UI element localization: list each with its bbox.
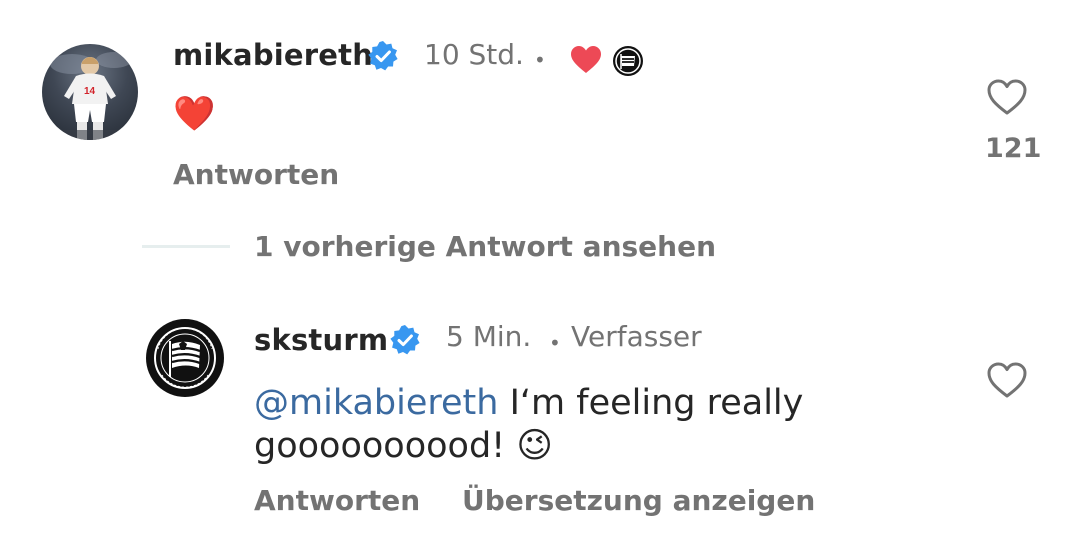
comment-username[interactable]: mikabiereth xyxy=(173,38,373,72)
creator-avatar-mini-icon xyxy=(613,46,643,76)
player-photo: 14 xyxy=(42,52,138,140)
like-heart-icon[interactable] xyxy=(986,361,1028,399)
meta-separator: • xyxy=(534,48,546,72)
comment-username[interactable]: sksturm xyxy=(254,323,388,357)
meta-separator: • xyxy=(549,331,561,355)
sk-sturm-logo xyxy=(148,321,222,395)
reply-button[interactable]: Antworten xyxy=(254,484,420,517)
replies-divider xyxy=(142,245,230,248)
like-count: 121 xyxy=(985,133,1042,164)
comment-text: ❤️ xyxy=(173,94,216,134)
like-heart-icon[interactable] xyxy=(986,78,1028,116)
avatar-sksturm[interactable] xyxy=(146,319,224,397)
comment-text-line2: goooooooood! xyxy=(254,426,517,466)
comment-text-line1: I‘m feeling really xyxy=(498,383,804,423)
svg-text:14: 14 xyxy=(84,86,96,97)
mention-link[interactable]: @mikabiereth xyxy=(254,383,498,423)
comment-timestamp: 5 Min. xyxy=(446,320,532,353)
reply-button[interactable]: Antworten xyxy=(173,158,339,191)
show-translation-button[interactable]: Übersetzung anzeigen xyxy=(462,484,815,517)
avatar-mikabiereth[interactable]: 14 xyxy=(42,44,138,140)
verified-badge-icon xyxy=(368,41,398,71)
author-label: Verfasser xyxy=(571,320,702,353)
verified-badge-icon xyxy=(390,325,420,355)
wink-emoji: 😉 xyxy=(516,426,553,466)
view-previous-replies-button[interactable]: 1 vorherige Antwort ansehen xyxy=(254,230,716,263)
comment-timestamp: 10 Std. xyxy=(424,38,524,71)
comment-text: @mikabiereth I‘m feeling really gooooooo… xyxy=(254,382,934,468)
creator-liked-heart-icon xyxy=(571,46,601,73)
